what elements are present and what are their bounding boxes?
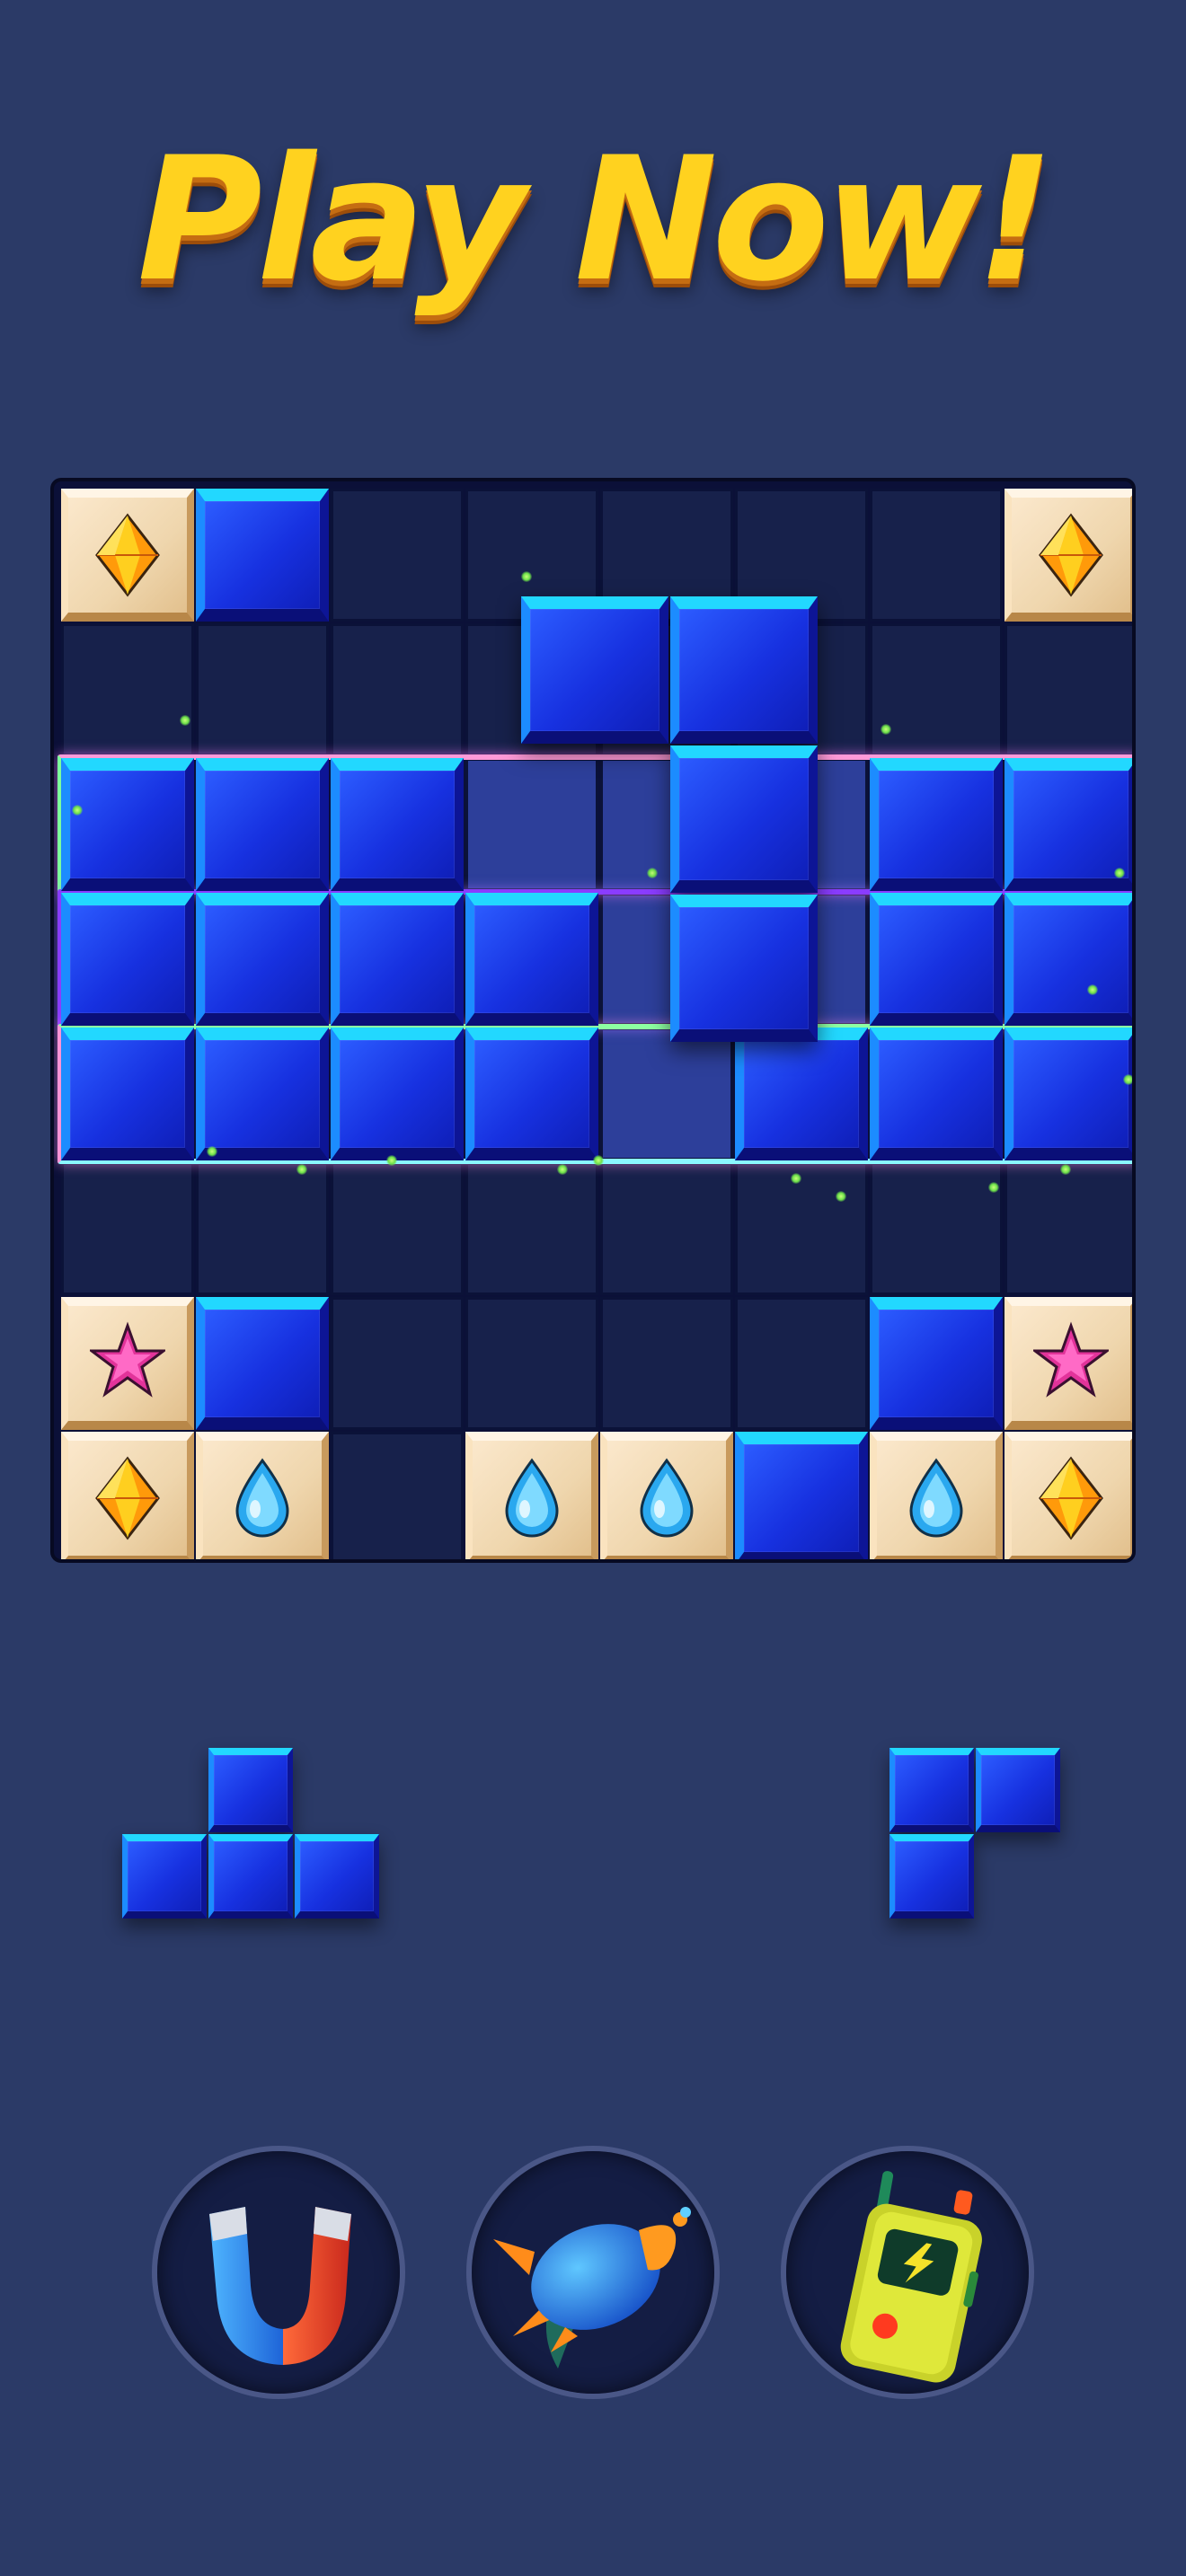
blue-block [61,893,194,1026]
gem-tile [1005,1432,1132,1559]
board-cell[interactable] [735,1162,868,1295]
gem-tile [61,1297,194,1430]
walkie-talkie-powerup-button[interactable] [786,2151,1029,2394]
diamond-icon [95,513,160,597]
tray-piece-t[interactable] [122,1748,381,1920]
board-cell[interactable] [1005,1162,1132,1295]
board-cell[interactable] [870,1162,1003,1295]
blue-block [870,758,1003,891]
board-cell[interactable] [465,1162,598,1295]
tray-piece-block [208,1834,293,1919]
blue-block [196,489,329,622]
board-cell[interactable] [331,623,464,756]
dragged-piece-block [670,596,818,744]
magnet-icon [209,2207,351,2365]
blue-block [1005,1028,1132,1160]
tray-piece-block [890,1834,974,1919]
water-drop-icon [640,1458,694,1538]
tray-piece-block [976,1748,1060,1832]
blue-block [870,1297,1003,1430]
board-cell[interactable] [1005,623,1132,756]
board-cell[interactable] [331,489,464,622]
tray-piece-l[interactable] [890,1748,1062,1920]
diamond-icon [1039,1456,1103,1540]
blue-block [196,758,329,891]
walkie-talkie-icon [840,2171,982,2383]
board-cell[interactable] [61,623,194,756]
board-cell[interactable] [196,623,329,756]
board-cell[interactable] [870,623,1003,756]
star-icon [1033,1321,1109,1398]
board-cell[interactable] [735,1297,868,1430]
tray-piece-block [295,1834,379,1919]
gem-tile [61,489,194,622]
gem-tile [870,1432,1003,1559]
gem-tile [600,1432,733,1559]
board-cell[interactable] [600,1162,733,1295]
blue-block [61,1028,194,1160]
board-cell[interactable] [331,1432,464,1559]
diamond-icon [1039,513,1103,597]
blue-block [61,758,194,891]
blue-block [196,893,329,1026]
magnet-powerup-button[interactable] [157,2151,400,2394]
dragged-piece-block [670,895,818,1042]
rocket-powerup-button[interactable] [472,2151,714,2394]
gem-tile [1005,489,1132,622]
dragged-piece-block [670,745,818,893]
water-drop-icon [235,1458,289,1538]
gem-tile [196,1432,329,1559]
board-cell[interactable] [870,489,1003,622]
board-cell[interactable] [196,1162,329,1295]
blue-block [870,1028,1003,1160]
blue-block [331,758,464,891]
play-now-title: Play Now! [137,120,1054,319]
dragged-piece-block [521,596,668,744]
board-cell[interactable] [600,1297,733,1430]
star-icon [90,1321,165,1398]
board-cell[interactable] [465,1297,598,1430]
blue-block [196,1297,329,1430]
blue-block [331,893,464,1026]
blue-block [331,1028,464,1160]
water-drop-icon [505,1458,559,1538]
gem-tile [1005,1297,1132,1430]
board-cell[interactable] [331,1297,464,1430]
tray-piece-block [208,1748,293,1832]
blue-block [870,893,1003,1026]
tray-piece-block [122,1834,207,1919]
blue-block [735,1432,868,1559]
blue-block [196,1028,329,1160]
blue-block [1005,893,1132,1026]
gem-tile [465,1432,598,1559]
blue-block [1005,758,1132,891]
diamond-icon [95,1456,160,1540]
rocket-icon [493,2207,691,2369]
tray-piece-block [890,1748,974,1832]
board-cell[interactable] [331,1162,464,1295]
board-cell[interactable] [61,1162,194,1295]
dragged-piece[interactable] [521,596,827,1051]
water-drop-icon [909,1458,963,1538]
gem-tile [61,1432,194,1559]
